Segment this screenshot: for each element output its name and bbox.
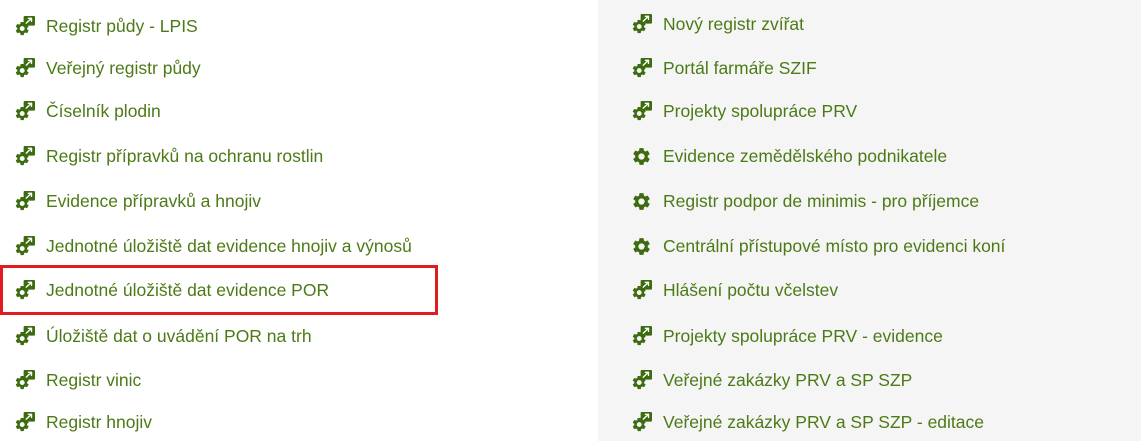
gear-external-link-icon xyxy=(14,146,35,167)
link-label: Evidence zemědělského podnikatele xyxy=(663,145,948,166)
link-projekty-spoluprace-prv-evidence[interactable]: Projekty spolupráce PRV - evidence xyxy=(631,316,943,356)
link-label: Jednotné úložiště dat evidence hnojiv a … xyxy=(46,235,412,256)
gear-external-link-icon xyxy=(14,280,35,301)
link-label: Jednotné úložiště dat evidence POR xyxy=(46,279,330,300)
link-label: Registr půdy - LPIS xyxy=(46,15,198,36)
gear-external-link-icon xyxy=(631,326,652,347)
gear-icon xyxy=(631,146,652,167)
link-uloziste-hnojiv-vynosu[interactable]: Jednotné úložiště dat evidence hnojiv a … xyxy=(14,226,412,266)
gear-external-link-icon xyxy=(631,58,652,79)
gear-external-link-icon xyxy=(14,412,35,433)
left-column: Registr půdy - LPIS Veřejný registr půdy… xyxy=(0,0,580,441)
link-registr-hnojiv[interactable]: Registr hnojiv xyxy=(14,402,152,442)
link-ciselnik-plodin[interactable]: Číselník plodin xyxy=(14,91,161,131)
right-column: Nový registr zvířat Portál farmáře SZIF … xyxy=(598,0,1141,441)
link-label: Portál farmáře SZIF xyxy=(663,57,817,78)
link-label: Projekty spolupráce PRV - evidence xyxy=(663,325,943,346)
gear-external-link-icon xyxy=(14,101,35,122)
link-registr-pudy-lpis[interactable]: Registr půdy - LPIS xyxy=(14,6,198,46)
gear-external-link-icon xyxy=(14,191,35,212)
link-novy-registr-zvirat[interactable]: Nový registr zvířat xyxy=(631,4,804,44)
link-label: Registr vinic xyxy=(46,369,142,390)
link-label: Registr přípravků na ochranu rostlin xyxy=(46,145,324,166)
link-label: Veřejný registr půdy xyxy=(46,57,201,78)
link-uloziste-uvadeni-por[interactable]: Úložiště dat o uvádění POR na trh xyxy=(14,316,312,356)
link-label: Evidence přípravků a hnojiv xyxy=(46,190,261,211)
link-label: Nový registr zvířat xyxy=(663,13,804,34)
gear-external-link-icon xyxy=(631,280,652,301)
link-verejne-zakazky-prv[interactable]: Veřejné zakázky PRV a SP SZP xyxy=(631,360,912,400)
gear-external-link-icon xyxy=(631,412,652,433)
gear-external-link-icon xyxy=(14,58,35,79)
link-label: Registr hnojiv xyxy=(46,411,153,432)
link-registr-vinic[interactable]: Registr vinic xyxy=(14,360,141,400)
link-registr-pripravku-ochrana[interactable]: Registr přípravků na ochranu rostlin xyxy=(14,136,323,176)
link-projekty-spoluprace-prv[interactable]: Projekty spolupráce PRV xyxy=(631,91,857,131)
link-hlaseni-poctu-vcelstev[interactable]: Hlášení počtu včelstev xyxy=(631,270,838,310)
link-label: Úložiště dat o uvádění POR na trh xyxy=(46,325,312,346)
link-evidence-pripravku-hnojiv[interactable]: Evidence přípravků a hnojiv xyxy=(14,181,261,221)
gear-external-link-icon xyxy=(14,326,35,347)
gear-icon xyxy=(631,191,652,212)
link-evidence-zemedelskeho-podnikatele[interactable]: Evidence zemědělského podnikatele xyxy=(631,136,947,176)
link-label: Veřejné zakázky PRV a SP SZP xyxy=(663,369,913,390)
link-label: Veřejné zakázky PRV a SP SZP - editace xyxy=(663,411,985,432)
link-label: Registr podpor de minimis - pro příjemce xyxy=(663,190,980,211)
link-centralni-pristupove-misto-koni[interactable]: Centrální přístupové místo pro evidenci … xyxy=(631,226,1005,266)
link-label: Projekty spolupráce PRV xyxy=(663,100,858,121)
gear-external-link-icon xyxy=(14,370,35,391)
gear-icon xyxy=(631,236,652,257)
gear-external-link-icon xyxy=(631,101,652,122)
link-verejny-registr-pudy[interactable]: Veřejný registr půdy xyxy=(14,48,201,88)
link-uloziste-evidence-por[interactable]: Jednotné úložiště dat evidence POR xyxy=(14,270,329,310)
link-verejne-zakazky-prv-editace[interactable]: Veřejné zakázky PRV a SP SZP - editace xyxy=(631,402,984,442)
link-label: Číselník plodin xyxy=(46,100,161,121)
gear-external-link-icon xyxy=(14,16,35,37)
gear-external-link-icon xyxy=(14,236,35,257)
link-label: Hlášení počtu včelstev xyxy=(663,279,839,300)
link-label: Centrální přístupové místo pro evidenci … xyxy=(663,235,1006,256)
gear-external-link-icon xyxy=(631,370,652,391)
gear-external-link-icon xyxy=(631,14,652,35)
link-registr-podpor-de-minimis[interactable]: Registr podpor de minimis - pro příjemce xyxy=(631,181,979,221)
link-portal-farmare-szif[interactable]: Portál farmáře SZIF xyxy=(631,48,817,88)
